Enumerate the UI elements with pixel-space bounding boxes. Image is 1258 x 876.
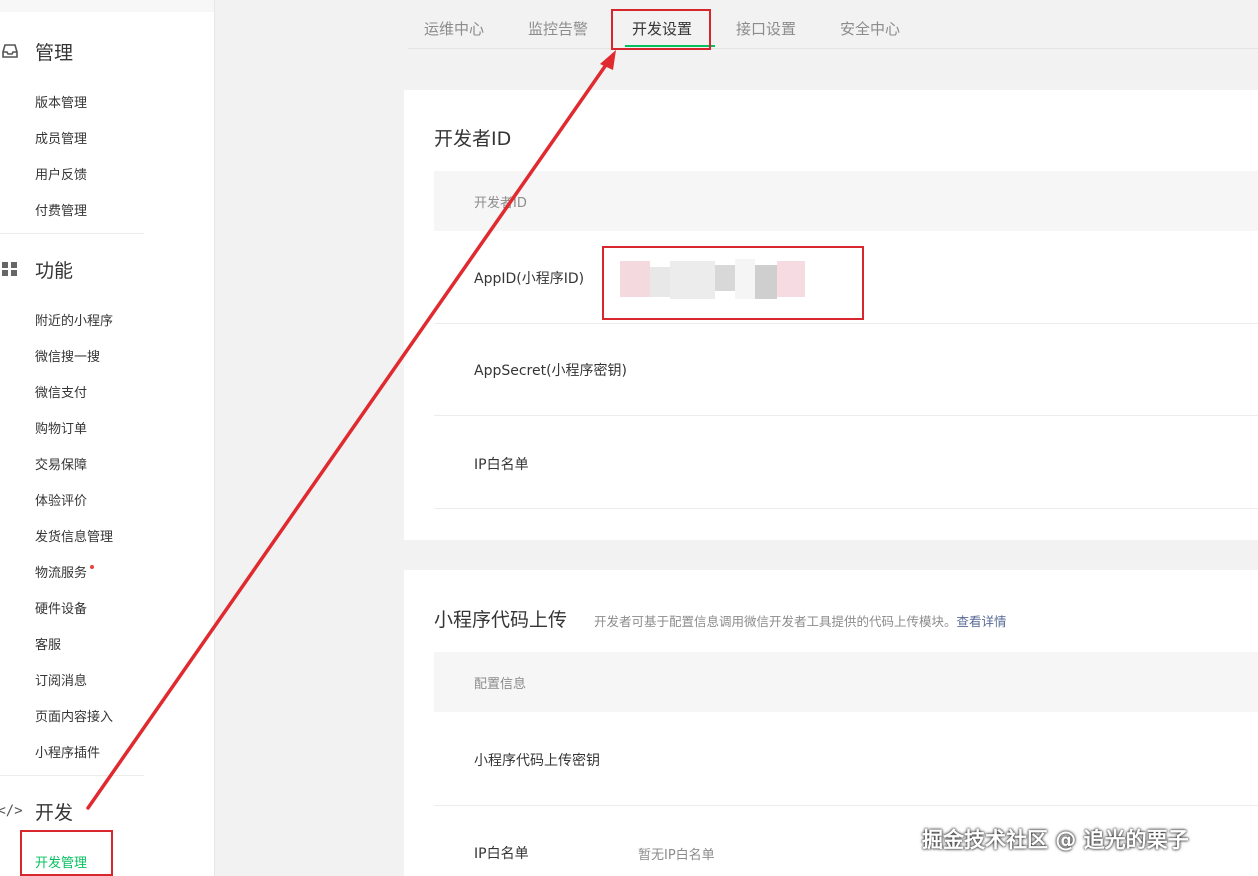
watermark: 掘金技术社区 @ 追光的栗子 [922, 828, 1189, 852]
annotation-arrow [86, 50, 616, 810]
